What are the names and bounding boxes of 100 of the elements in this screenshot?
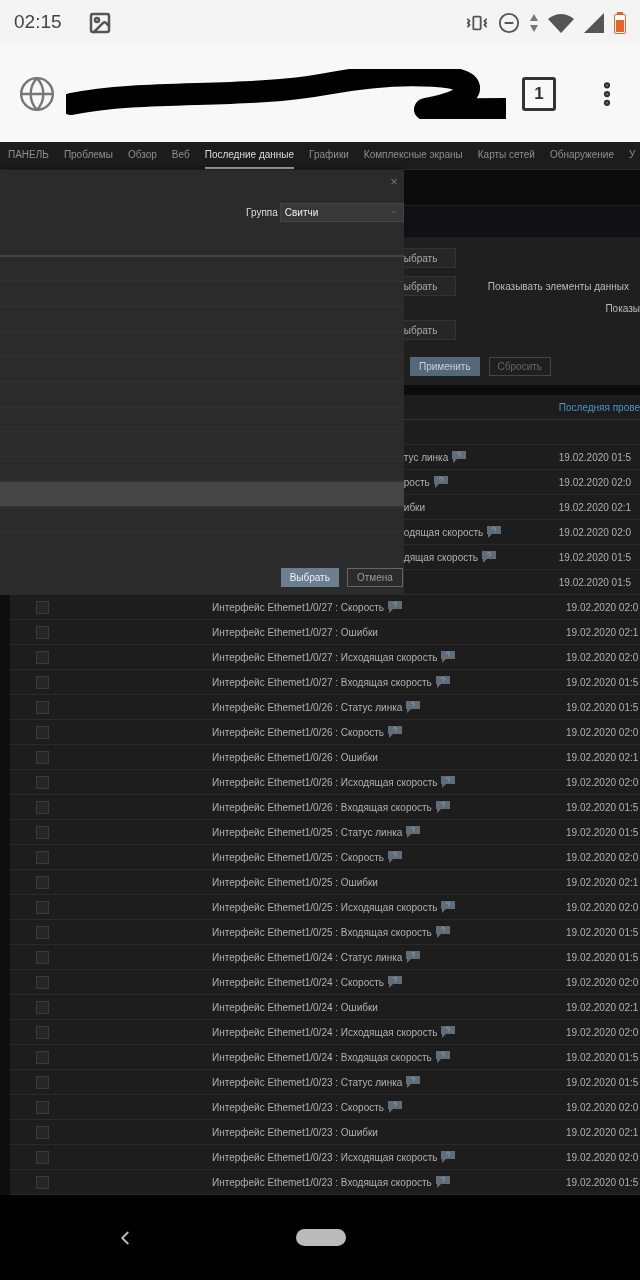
list-row[interactable] <box>0 257 404 282</box>
help-bubble-icon[interactable] <box>388 601 403 613</box>
help-bubble-icon[interactable] <box>452 451 467 463</box>
data-arrows-icon <box>530 13 538 32</box>
help-bubble-icon[interactable] <box>406 826 421 838</box>
last-check-time: 19.02.2020 01:5 <box>566 1050 639 1065</box>
item-name: Интерфейс Ethemet1/0/24 : Исходящая скорость <box>212 1025 438 1040</box>
menu-tab[interactable]: Веб <box>171 147 190 169</box>
last-check-time: 19.02.2020 01:5 <box>566 1175 639 1190</box>
help-bubble-icon[interactable] <box>406 701 421 713</box>
row-checkbox[interactable] <box>36 875 49 889</box>
row-checkbox[interactable] <box>36 1025 49 1039</box>
help-bubble-icon[interactable] <box>388 976 403 988</box>
row-checkbox[interactable] <box>36 975 49 989</box>
item-name: Интерфейс Ethemet1/0/23 : Статус линка <box>212 1075 403 1090</box>
item-name: Интерфейс Ethemet1/0/25 : Статус линка <box>212 825 403 840</box>
menu-tab[interactable]: Графики <box>309 147 349 169</box>
row-checkbox[interactable] <box>36 600 49 614</box>
row-checkbox[interactable] <box>36 825 49 839</box>
item-name: Интерфейс Ethemet1/0/27 : Скорость <box>212 600 385 615</box>
last-check-time: 19.02.2020 02:0 <box>558 525 632 540</box>
help-bubble-icon[interactable] <box>441 1026 456 1038</box>
row-checkbox[interactable] <box>36 775 49 789</box>
close-button[interactable]: × <box>390 172 398 192</box>
row-checkbox[interactable] <box>36 700 49 714</box>
row-checkbox[interactable] <box>36 1000 49 1014</box>
last-check-time: 19.02.2020 02:1 <box>566 625 639 640</box>
row-checkbox[interactable] <box>36 1175 49 1189</box>
last-check-time: 19.02.2020 02:0 <box>566 1100 639 1115</box>
home-button[interactable] <box>296 1229 346 1246</box>
last-check-time: 19.02.2020 02:0 <box>566 650 639 665</box>
last-check-time: 19.02.2020 02:1 <box>566 875 639 890</box>
help-bubble-icon[interactable] <box>435 1051 450 1063</box>
row-checkbox[interactable] <box>36 900 49 914</box>
item-name: Интерфейс Ethemet1/0/26 : Исходящая скорость <box>212 775 438 790</box>
column-header-link[interactable]: Последняя прове <box>558 399 640 415</box>
row-checkbox[interactable] <box>36 1050 49 1064</box>
last-check-time: 19.02.2020 01:5 <box>566 700 639 715</box>
help-bubble-icon[interactable] <box>435 926 450 938</box>
menu-tab[interactable]: ПАНЕЛЬ <box>8 147 49 169</box>
row-checkbox[interactable] <box>36 950 49 964</box>
item-name: рость <box>403 475 430 490</box>
help-bubble-icon[interactable] <box>388 1101 403 1113</box>
chevron-down-icon <box>388 207 399 217</box>
menu-tab[interactable]: Проблемы <box>63 147 113 169</box>
row-checkbox[interactable] <box>36 1100 49 1114</box>
reset-button[interactable]: Сбросить <box>488 357 551 376</box>
list-row[interactable] <box>0 507 404 532</box>
select-button[interactable]: ыбрать <box>403 320 456 340</box>
list-row[interactable] <box>0 482 404 507</box>
help-bubble-icon[interactable] <box>487 526 502 538</box>
last-check-time: 19.02.2020 01:5 <box>566 1075 639 1090</box>
help-bubble-icon[interactable] <box>433 476 448 488</box>
last-check-time: 19.02.2020 02:1 <box>558 500 632 515</box>
minus-circle-icon <box>498 11 520 34</box>
item-name: Интерфейс Ethemet1/0/25 : Входящая скорость <box>212 925 432 940</box>
help-bubble-icon[interactable] <box>441 1151 456 1163</box>
row-checkbox[interactable] <box>36 925 49 939</box>
menu-tab[interactable]: У <box>629 147 636 169</box>
row-checkbox[interactable] <box>36 725 49 739</box>
menu-tab[interactable]: Карты сетей <box>477 147 535 169</box>
help-bubble-icon[interactable] <box>435 801 450 813</box>
row-checkbox[interactable] <box>36 800 49 814</box>
item-name: ибки <box>403 500 426 515</box>
menu-tab[interactable]: Комплексные экраны <box>363 147 463 169</box>
row-checkbox[interactable] <box>36 1075 49 1089</box>
help-bubble-icon[interactable] <box>406 951 421 963</box>
image-icon <box>87 10 112 35</box>
apply-button[interactable]: Применить <box>409 357 480 376</box>
help-bubble-icon[interactable] <box>406 1076 421 1088</box>
menu-tab[interactable]: Обнаружение <box>549 147 614 169</box>
row-checkbox[interactable] <box>36 850 49 864</box>
help-bubble-icon[interactable] <box>388 851 403 863</box>
row-checkbox[interactable] <box>36 650 49 664</box>
select-button[interactable]: ыбрать <box>403 276 456 296</box>
row-checkbox[interactable] <box>36 750 49 764</box>
row-checkbox[interactable] <box>36 675 49 689</box>
tab-switcher-button[interactable]: 1 <box>522 76 556 111</box>
menu-tab[interactable]: Обзор <box>127 147 157 169</box>
cancel-button[interactable]: Отмена <box>346 568 403 587</box>
row-checkbox[interactable] <box>36 625 49 639</box>
help-bubble-icon[interactable] <box>388 726 403 738</box>
item-name: Интерфейс Ethemet1/0/24 : Скорость <box>212 975 385 990</box>
list-row[interactable] <box>0 457 404 482</box>
help-bubble-icon[interactable] <box>435 1176 450 1188</box>
help-bubble-icon[interactable] <box>435 676 450 688</box>
last-check-time: 19.02.2020 01:5 <box>566 925 639 940</box>
last-check-time: 19.02.2020 01:5 <box>566 950 639 965</box>
select-button[interactable]: Выбрать <box>280 568 339 587</box>
list-row[interactable] <box>0 382 404 407</box>
help-bubble-icon[interactable] <box>482 551 496 563</box>
row-checkbox[interactable] <box>36 1125 49 1139</box>
row-checkbox[interactable] <box>36 1150 49 1164</box>
select-button[interactable]: ыбрать <box>403 248 456 268</box>
help-bubble-icon[interactable] <box>441 776 456 788</box>
item-name: Интерфейс Ethemet1/0/23 : Входящая скорость <box>212 1175 432 1190</box>
item-name: Интерфейс Ethemet1/0/23 : Исходящая скорость <box>212 1150 438 1165</box>
help-bubble-icon[interactable] <box>441 651 456 663</box>
help-bubble-icon[interactable] <box>441 901 456 913</box>
group-select[interactable]: Свитчи <box>279 202 404 222</box>
